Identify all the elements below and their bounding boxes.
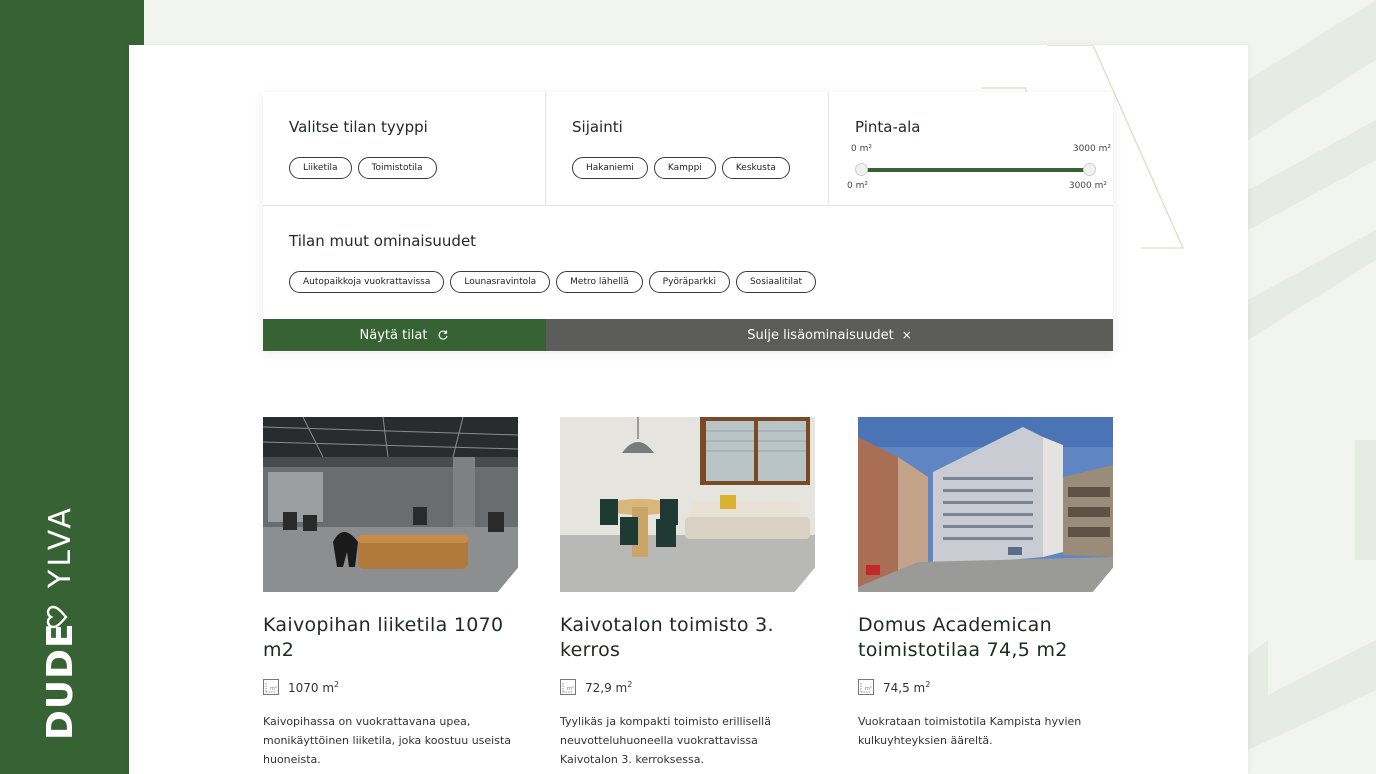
listing-title[interactable]: Kaivotalon toimisto 3. kerros	[560, 613, 815, 663]
tag-sosiaalitilat[interactable]: Sosiaalitilat	[735, 271, 816, 293]
brand-sidebar-extension	[129, 0, 144, 45]
slider-max-label-top: 3000 m²	[1072, 144, 1111, 154]
tag-keskusta[interactable]: Keskusta	[721, 157, 790, 179]
listing-description: Vuokrataan toimistotila Kampista hyvien …	[858, 715, 1082, 747]
slider-min-handle[interactable]	[855, 163, 868, 176]
listing-photo[interactable]	[858, 417, 1113, 592]
filter-other: Tilan muut ominaisuudet Autopaikkoja vuo…	[263, 206, 1113, 319]
close-icon: ×	[901, 328, 912, 342]
slider-track[interactable]	[861, 168, 1091, 172]
listing-area-value: 1070 m2	[288, 680, 339, 695]
tag-autopaikkoja[interactable]: Autopaikkoja vuokrattavissa	[289, 271, 445, 293]
area-icon: m²	[560, 679, 576, 695]
tag-hakaniemi[interactable]: Hakaniemi	[572, 157, 648, 179]
refresh-icon	[439, 330, 449, 340]
slider-max-handle[interactable]	[1083, 163, 1096, 176]
tag-metro[interactable]: Metro lähellä	[556, 271, 643, 293]
listing-area-value: 74,5 m2	[883, 680, 930, 695]
slider-max-label-bottom: 3000 m²	[1068, 181, 1107, 191]
listing-title[interactable]: Kaivopihan liiketila 1070 m2	[263, 613, 518, 663]
brand-name-ylva: YLVA	[43, 505, 78, 588]
area-range-slider[interactable]: 0 m² 3000 m² 0 m² 3000 m²	[847, 144, 1111, 194]
photo-street	[858, 417, 1113, 592]
filter-area: Pinta-ala 0 m² 3000 m² 0 m² 3000 m²	[829, 92, 1113, 206]
listing-card[interactable]: Kaivopihan liiketila 1070 m2 m² 1070 m2 …	[263, 417, 518, 769]
listing-area: m² 1070 m2	[263, 679, 518, 695]
show-spaces-label: Näytä tilat	[359, 327, 428, 343]
slider-min-label-bottom: 0 m²	[847, 181, 868, 191]
svg-text:m²: m²	[865, 686, 872, 692]
area-unit-sup: 2	[334, 679, 340, 689]
close-more-filters-label: Sulje lisäominaisuudet	[747, 327, 894, 343]
tag-kamppi[interactable]: Kamppi	[653, 157, 716, 179]
listing-description: Tyylikäs ja kompakti toimisto erillisell…	[560, 715, 771, 766]
listing-photo[interactable]	[263, 417, 518, 592]
main-page: Valitse tilan tyyppi Liiketila Toimistot…	[129, 45, 1248, 774]
listing-area: m² 74,5 m2	[858, 679, 1113, 695]
listing-card[interactable]: Domus Academican toimistotilaa 74,5 m2 m…	[858, 417, 1113, 750]
area-unit-sup: 2	[627, 679, 633, 689]
filter-other-title: Tilan muut ominaisuudet	[289, 232, 477, 250]
area-icon: m²	[263, 679, 279, 695]
area-number: 1070 m	[288, 680, 335, 695]
filter-type: Valitse tilan tyyppi Liiketila Toimistot…	[263, 92, 546, 206]
photo-office	[560, 417, 815, 592]
listing-title[interactable]: Domus Academican toimistotilaa 74,5 m2	[858, 613, 1113, 663]
tag-pyoraparkki[interactable]: Pyöräparkki	[648, 271, 730, 293]
photo-lounge	[263, 417, 518, 592]
slider-min-label-top: 0 m²	[851, 144, 872, 154]
svg-text:m²: m²	[270, 686, 277, 692]
tag-lounasravintola[interactable]: Lounasravintola	[450, 271, 551, 293]
filter-action-bar: Näytä tilat Sulje lisäominaisuudet ×	[263, 319, 1113, 351]
tag-toimistotila[interactable]: Toimistotila	[357, 157, 437, 179]
tag-liiketila[interactable]: Liiketila	[289, 157, 352, 179]
listing-area-value: 72,9 m2	[585, 680, 632, 695]
heart-icon	[46, 605, 68, 629]
area-number: 72,9 m	[585, 680, 628, 695]
close-more-filters-button[interactable]: Sulje lisäominaisuudet ×	[546, 319, 1113, 351]
listing-area: m² 72,9 m2	[560, 679, 815, 695]
show-spaces-button[interactable]: Näytä tilat	[263, 319, 546, 351]
filter-area-title: Pinta-ala	[855, 118, 921, 136]
filter-panel: Valitse tilan tyyppi Liiketila Toimistot…	[263, 92, 1113, 351]
listing-photo[interactable]	[560, 417, 815, 592]
area-icon: m²	[858, 679, 874, 695]
brand-name-dude: DUDE	[40, 622, 81, 740]
svg-text:m²: m²	[567, 686, 574, 692]
listing-card[interactable]: Kaivotalon toimisto 3. kerros m² 72,9 m2…	[560, 417, 815, 769]
area-unit-sup: 2	[925, 679, 931, 689]
area-number: 74,5 m	[883, 680, 926, 695]
filter-type-title: Valitse tilan tyyppi	[289, 118, 428, 136]
filter-location: Sijainti Hakaniemi Kamppi Keskusta	[546, 92, 829, 206]
listing-description: Kaivopihassa on vuokrattavana upea, moni…	[263, 715, 512, 766]
filter-location-title: Sijainti	[572, 118, 623, 136]
